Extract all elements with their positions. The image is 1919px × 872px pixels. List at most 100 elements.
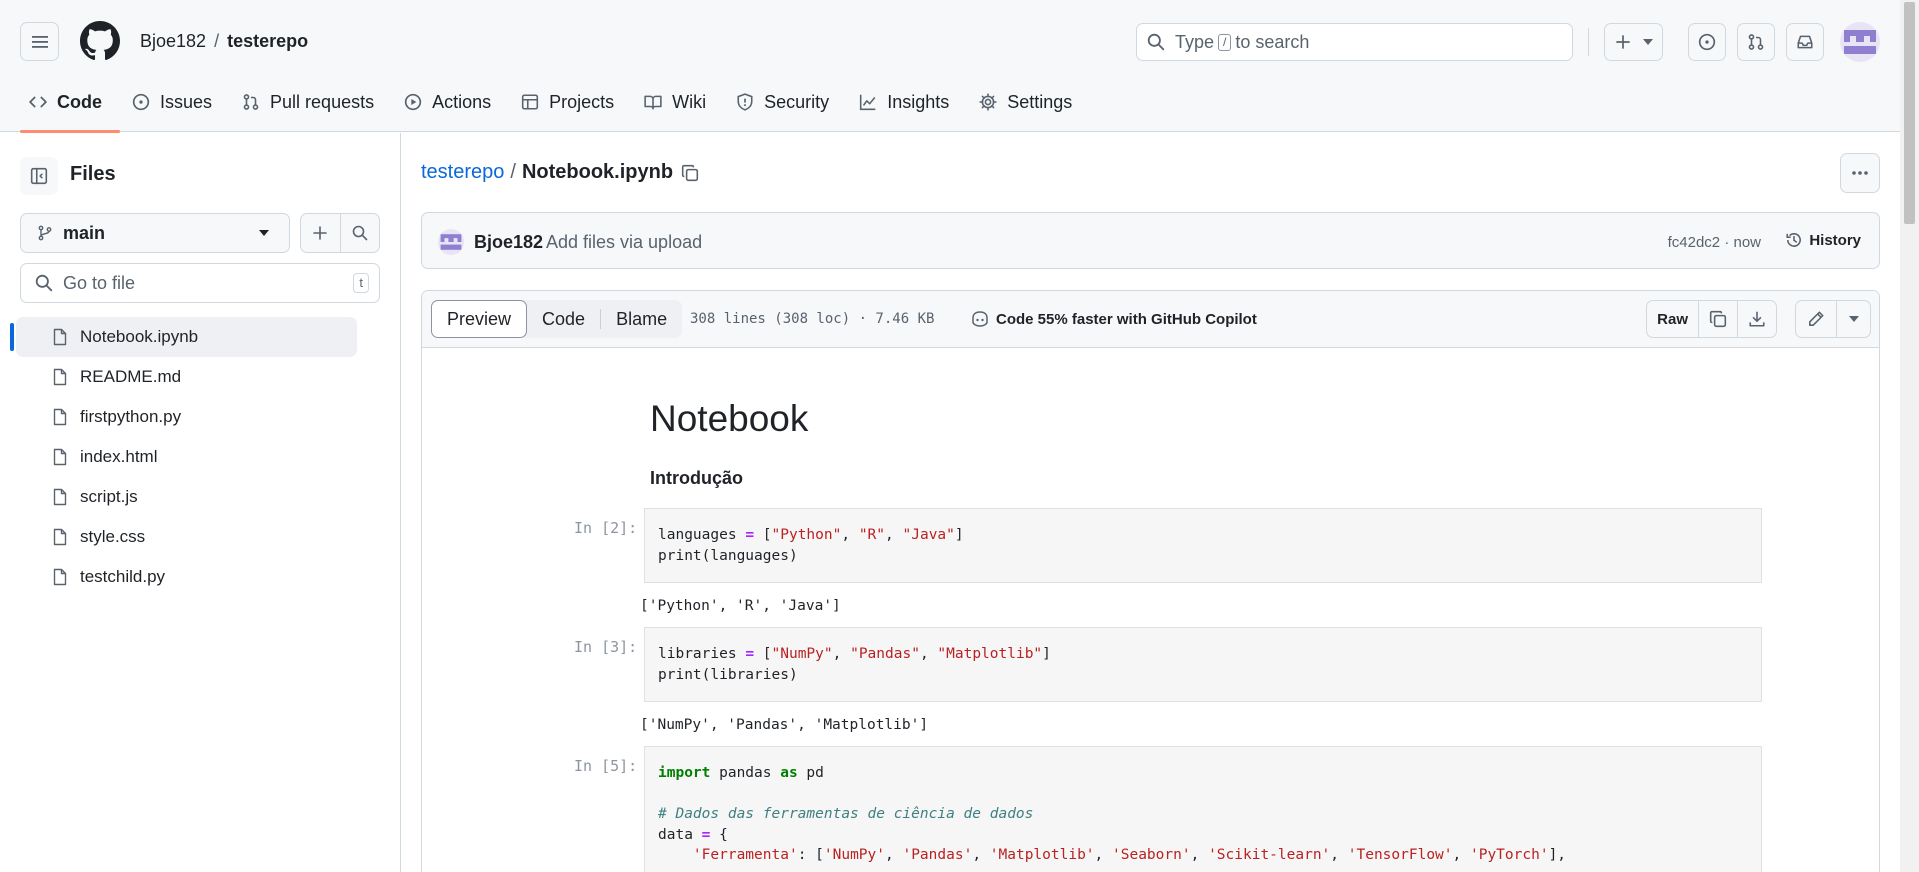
file-icon bbox=[53, 368, 67, 386]
tab-label: Pull requests bbox=[270, 91, 375, 112]
code-cell: libraries = ["NumPy", "Pandas", "Matplot… bbox=[644, 627, 1762, 702]
branch-name: main bbox=[63, 222, 106, 243]
commit-author[interactable]: Bjoe182 bbox=[474, 232, 543, 253]
tab-actions[interactable]: Actions bbox=[395, 84, 500, 120]
latest-commit-bar: Bjoe182 Add files via upload fc42dc2 · n… bbox=[421, 212, 1880, 269]
cell-prompt: In [3]: bbox=[574, 638, 638, 656]
commit-author-avatar[interactable] bbox=[438, 229, 464, 255]
collapse-sidebar-button[interactable] bbox=[20, 157, 58, 195]
search-placeholder-post: to search bbox=[1235, 31, 1310, 52]
scrollbar-thumb[interactable] bbox=[1904, 2, 1915, 224]
github-logo-icon[interactable] bbox=[80, 21, 120, 61]
repo-breadcrumb: Bjoe182 / testerepo bbox=[140, 31, 308, 52]
tab-code[interactable]: Code bbox=[20, 84, 120, 133]
file-name: Notebook.ipynb bbox=[80, 327, 199, 346]
code-mode-button[interactable]: Code bbox=[527, 300, 600, 338]
chevron-down-icon bbox=[1642, 39, 1653, 45]
tab-pull-requests[interactable]: Pull requests bbox=[233, 84, 383, 120]
tab-wiki[interactable]: Wiki bbox=[635, 84, 715, 120]
tab-issues[interactable]: Issues bbox=[123, 84, 221, 120]
download-button[interactable] bbox=[1737, 301, 1776, 337]
graph-icon bbox=[860, 94, 876, 111]
tab-settings[interactable]: Settings bbox=[970, 84, 1081, 120]
search-shortcut-key: / bbox=[1218, 33, 1232, 51]
file-item-testchild[interactable]: testchild.py bbox=[0, 557, 400, 597]
copy-icon[interactable] bbox=[681, 164, 699, 182]
tab-security[interactable]: Security bbox=[727, 84, 838, 120]
raw-button[interactable]: Raw bbox=[1647, 301, 1698, 337]
search-files-button[interactable] bbox=[339, 214, 380, 252]
kebab-horizontal-icon bbox=[1852, 171, 1868, 175]
plus-icon bbox=[1615, 35, 1630, 49]
code-icon bbox=[29, 96, 47, 108]
search-placeholder-pre: Type bbox=[1175, 31, 1215, 52]
branch-selector[interactable]: main bbox=[20, 213, 290, 253]
sidebar-actions bbox=[300, 213, 380, 253]
search-input[interactable]: Type / to search bbox=[1136, 23, 1573, 61]
issues-button[interactable] bbox=[1688, 23, 1726, 61]
file-item-style[interactable]: style.css bbox=[0, 517, 400, 557]
code-cell: import pandas as pd # Dados das ferramen… bbox=[644, 746, 1762, 872]
path-separator: / bbox=[510, 161, 516, 183]
history-button[interactable]: History bbox=[1785, 231, 1861, 249]
tab-insights[interactable]: Insights bbox=[850, 84, 958, 120]
files-heading: Files bbox=[70, 163, 116, 185]
file-item-script[interactable]: script.js bbox=[0, 477, 400, 517]
commit-hash-time[interactable]: fc42dc2 · now bbox=[1668, 234, 1761, 251]
search-icon bbox=[352, 225, 368, 241]
edit-dropdown-button[interactable] bbox=[1836, 301, 1870, 337]
code-cell: languages = ["Python", "R", "Java"] prin… bbox=[644, 508, 1762, 583]
pull-requests-button[interactable] bbox=[1737, 23, 1775, 61]
go-to-file-input[interactable]: Go to file t bbox=[20, 263, 380, 303]
file-item-index[interactable]: index.html bbox=[0, 437, 400, 477]
blame-mode-button[interactable]: Blame bbox=[601, 300, 682, 338]
file-path-breadcrumb: testerepo / Notebook.ipynb bbox=[421, 161, 699, 184]
repo-link[interactable]: testerepo bbox=[227, 31, 308, 51]
repo-nav-tabs: Code Issues Pull requests Actions Projec… bbox=[20, 84, 1093, 133]
tab-label: Issues bbox=[160, 91, 213, 112]
search-icon bbox=[35, 274, 53, 292]
cell-prompt: In [5]: bbox=[574, 757, 638, 775]
file-toolbar: Preview Code Blame 308 lines (308 loc) ·… bbox=[422, 291, 1879, 348]
copilot-promo-link[interactable]: Code 55% faster with GitHub Copilot bbox=[970, 310, 1257, 328]
cell-output: ['NumPy', 'Pandas', 'Matplotlib'] bbox=[640, 717, 929, 733]
hamburger-icon bbox=[31, 35, 48, 48]
file-item-notebook[interactable]: Notebook.ipynb bbox=[10, 317, 357, 357]
file-icon bbox=[53, 488, 67, 506]
tab-label: Insights bbox=[887, 91, 950, 112]
more-options-button[interactable] bbox=[1840, 153, 1880, 193]
file-name: index.html bbox=[80, 447, 158, 466]
table-icon bbox=[522, 94, 539, 110]
user-avatar[interactable] bbox=[1840, 22, 1880, 62]
create-new-button[interactable] bbox=[1604, 23, 1663, 61]
book-icon bbox=[644, 95, 662, 110]
search-icon bbox=[1147, 33, 1165, 51]
path-repo-link[interactable]: testerepo bbox=[421, 161, 504, 184]
copy-raw-button[interactable] bbox=[1698, 301, 1737, 337]
tab-label: Settings bbox=[1007, 91, 1073, 112]
file-item-readme[interactable]: README.md bbox=[0, 357, 400, 397]
plus-icon bbox=[313, 226, 328, 240]
file-icon bbox=[53, 328, 67, 346]
file-name: firstpython.py bbox=[80, 407, 182, 426]
preview-mode-button[interactable]: Preview bbox=[431, 300, 528, 338]
commit-message[interactable]: Add files via upload bbox=[546, 232, 702, 253]
copilot-promo-text: Code 55% faster with GitHub Copilot bbox=[996, 310, 1257, 328]
menu-button[interactable] bbox=[20, 22, 59, 61]
add-file-button[interactable] bbox=[301, 214, 340, 252]
page-scrollbar[interactable] bbox=[1900, 0, 1919, 872]
file-content-box: Preview Code Blame 308 lines (308 loc) ·… bbox=[421, 290, 1880, 872]
file-name: style.css bbox=[80, 527, 146, 546]
tab-projects[interactable]: Projects bbox=[512, 84, 623, 120]
file-icon bbox=[53, 568, 67, 586]
breadcrumb-separator: / bbox=[214, 31, 220, 51]
inbox-button[interactable] bbox=[1786, 23, 1824, 61]
cell-output: ['Python', 'R', 'Java'] bbox=[640, 598, 841, 614]
edit-file-button[interactable] bbox=[1796, 301, 1836, 337]
edit-actions-group bbox=[1795, 300, 1871, 338]
owner-link[interactable]: Bjoe182 bbox=[140, 31, 206, 51]
file-name: script.js bbox=[80, 487, 138, 506]
file-item-firstpython[interactable]: firstpython.py bbox=[0, 397, 400, 437]
file-icon bbox=[53, 408, 67, 426]
play-icon bbox=[404, 93, 422, 111]
